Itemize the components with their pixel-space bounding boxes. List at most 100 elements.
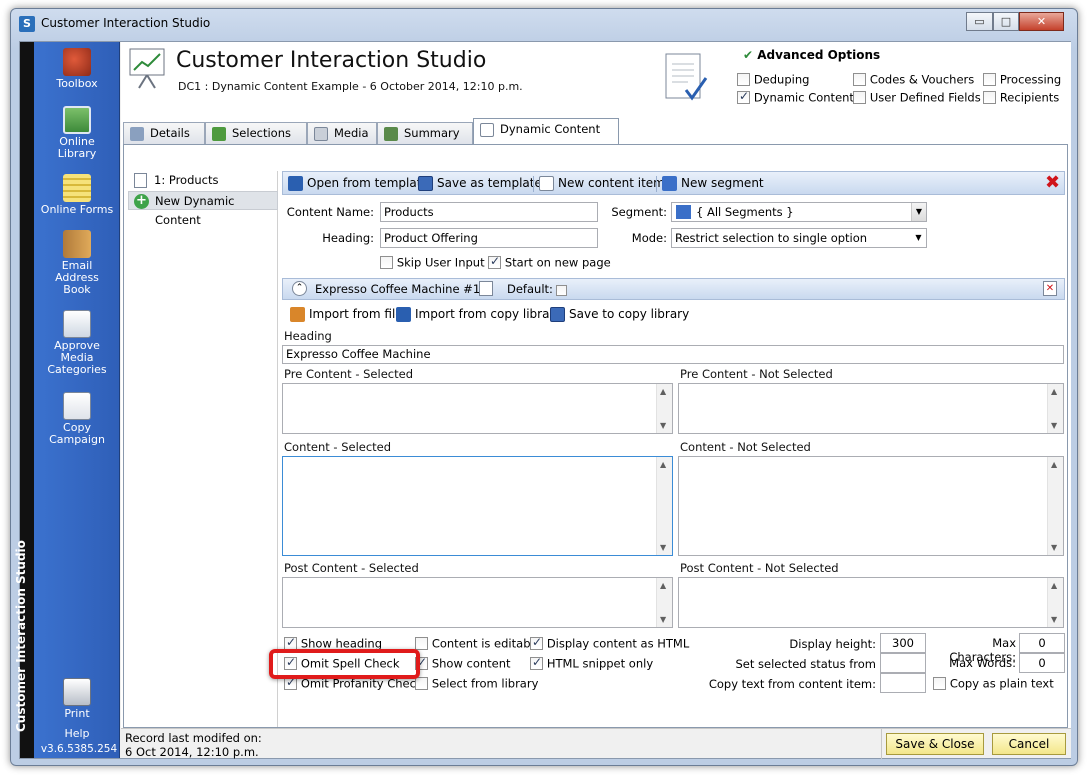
codes-vouchers-checkbox[interactable] xyxy=(853,73,866,86)
tree-item-products[interactable]: 1: Products xyxy=(128,171,278,190)
tree-item-new-dynamic-content[interactable]: + New Dynamic Content xyxy=(128,191,278,227)
tab-summary[interactable]: Summary xyxy=(377,122,473,144)
vertical-scrollbar[interactable]: ▲ ▼ xyxy=(1047,384,1063,433)
vertical-scrollbar[interactable]: ▲ ▼ xyxy=(1047,578,1063,627)
import-file-button[interactable]: Import from file xyxy=(290,306,403,322)
sidebar-item-approve-media[interactable]: Approve Media Categories xyxy=(40,310,114,376)
scroll-down-icon[interactable]: ▼ xyxy=(1051,421,1057,430)
display-height-input[interactable]: 300 xyxy=(880,633,926,653)
scroll-down-icon[interactable]: ▼ xyxy=(1051,543,1057,552)
scroll-down-icon[interactable]: ▼ xyxy=(660,615,666,624)
tab-selections[interactable]: Selections xyxy=(205,122,307,144)
pre-not-selected-textarea[interactable]: ▲ ▼ xyxy=(678,383,1064,434)
save-copy-library-button[interactable]: Save to copy library xyxy=(550,306,689,322)
segment-select[interactable]: { All Segments } ▼ xyxy=(671,202,927,222)
default-checkbox[interactable] xyxy=(556,285,567,296)
recipients-checkbox[interactable] xyxy=(983,91,996,104)
sidebar-item-online-forms[interactable]: Online Forms xyxy=(40,174,114,216)
tab-dynamic-content[interactable]: Dynamic Content xyxy=(473,118,619,144)
content-name-input[interactable]: Products xyxy=(380,202,598,222)
max-characters-input[interactable]: 0 xyxy=(1019,633,1065,653)
option-recipients[interactable]: Recipients xyxy=(983,90,1059,105)
collapse-icon[interactable]: ⌃ xyxy=(292,281,307,296)
scroll-down-icon[interactable]: ▼ xyxy=(660,543,666,552)
start-new-page-checkbox[interactable] xyxy=(488,254,501,269)
sidebar-item-address-book[interactable]: Email Address Book xyxy=(40,230,114,296)
tab-details[interactable]: Details xyxy=(123,122,205,144)
user-defined-fields-checkbox[interactable] xyxy=(853,91,866,104)
copy-text-input[interactable] xyxy=(880,673,926,693)
option-dynamic-content[interactable]: Dynamic Content xyxy=(737,89,854,105)
max-words-input[interactable]: 0 xyxy=(1019,653,1065,673)
scroll-down-icon[interactable]: ▼ xyxy=(660,421,666,430)
sidebar-item-label: Email Address Book xyxy=(55,259,99,296)
deduping-checkbox[interactable] xyxy=(737,73,750,86)
close-window-button[interactable]: ✕ xyxy=(1019,12,1064,31)
mode-select[interactable]: Restrict selection to single option ▼ xyxy=(671,228,927,248)
sidebar-item-print[interactable]: Print xyxy=(40,678,114,720)
select-from-library-checkbox[interactable] xyxy=(415,677,428,690)
open-template-button[interactable]: Open from template xyxy=(288,175,429,191)
sidebar-item-online-library[interactable]: Online Library xyxy=(40,106,114,160)
maximize-button[interactable]: □ xyxy=(993,12,1019,31)
chevron-down-icon[interactable]: ▼ xyxy=(911,203,926,221)
tab-media[interactable]: Media xyxy=(307,122,377,144)
chevron-down-icon[interactable]: ▼ xyxy=(911,229,926,247)
content-not-selected-textarea[interactable]: ▲ ▼ xyxy=(678,456,1064,556)
dynamic-content-checkbox[interactable] xyxy=(737,89,750,104)
scroll-up-icon[interactable]: ▲ xyxy=(660,460,666,469)
cancel-button[interactable]: Cancel xyxy=(992,733,1066,755)
option-deduping[interactable]: Deduping xyxy=(737,72,809,87)
scroll-down-icon[interactable]: ▼ xyxy=(1051,615,1057,624)
address-book-icon xyxy=(63,230,91,258)
scroll-up-icon[interactable]: ▲ xyxy=(660,387,666,396)
heading-input[interactable]: Product Offering xyxy=(380,228,598,248)
processing-checkbox[interactable] xyxy=(983,73,996,86)
copy-plain-text-checkbox[interactable] xyxy=(933,677,946,690)
save-close-button[interactable]: Save & Close xyxy=(886,733,984,755)
vertical-scrollbar[interactable]: ▲ ▼ xyxy=(656,578,672,627)
save-template-button[interactable]: Save as template xyxy=(418,175,542,191)
minimize-button[interactable]: ▭ xyxy=(966,12,993,31)
edit-document-icon[interactable] xyxy=(479,281,493,296)
new-segment-button[interactable]: New segment xyxy=(662,175,764,191)
skip-user-input-checkbox[interactable] xyxy=(380,256,393,269)
delete-item-icon[interactable]: ✕ xyxy=(1043,281,1057,296)
content-editable-option[interactable]: Content is editable xyxy=(415,636,541,651)
display-as-html-option[interactable]: Display content as HTML xyxy=(530,635,689,651)
media-icon xyxy=(314,127,328,141)
post-selected-textarea[interactable]: ▲ ▼ xyxy=(282,577,673,628)
import-copy-library-button[interactable]: Import from copy library xyxy=(396,306,561,322)
document-icon xyxy=(134,173,147,188)
vertical-scrollbar[interactable]: ▲ ▼ xyxy=(656,457,672,555)
option-processing[interactable]: Processing xyxy=(983,72,1061,87)
option-user-defined-fields[interactable]: User Defined Fields xyxy=(853,90,981,105)
skip-user-input-option[interactable]: Skip User Input xyxy=(380,255,485,270)
html-snippet-checkbox[interactable] xyxy=(530,655,543,670)
scroll-up-icon[interactable]: ▲ xyxy=(1051,387,1057,396)
vertical-scrollbar[interactable]: ▲ ▼ xyxy=(1047,457,1063,555)
copy-plain-text-option[interactable]: Copy as plain text xyxy=(933,676,1054,691)
option-codes-vouchers[interactable]: Codes & Vouchers xyxy=(853,72,974,87)
content-heading-input[interactable]: Expresso Coffee Machine xyxy=(282,345,1064,364)
vertical-scrollbar[interactable]: ▲ ▼ xyxy=(656,384,672,433)
start-new-page-option[interactable]: Start on new page xyxy=(488,254,611,270)
content-editable-checkbox[interactable] xyxy=(415,637,428,650)
sidebar-item-copy-campaign[interactable]: Copy Campaign xyxy=(40,392,114,446)
delete-content-icon[interactable]: ✖ xyxy=(1045,174,1060,192)
display-as-html-checkbox[interactable] xyxy=(530,635,543,650)
content-selected-textarea[interactable]: ▲ ▼ xyxy=(282,456,673,556)
post-not-selected-textarea[interactable]: ▲ ▼ xyxy=(678,577,1064,628)
pre-selected-textarea[interactable]: ▲ ▼ xyxy=(282,383,673,434)
scroll-up-icon[interactable]: ▲ xyxy=(1051,460,1057,469)
sidebar-item-toolbox[interactable]: Toolbox xyxy=(40,48,114,90)
sidebar-item-help[interactable]: Help xyxy=(40,728,114,740)
sidebar-item-label: Toolbox xyxy=(56,77,98,90)
new-content-item-button[interactable]: New content item xyxy=(539,175,665,191)
html-snippet-option[interactable]: HTML snippet only xyxy=(530,655,653,671)
scroll-up-icon[interactable]: ▲ xyxy=(660,581,666,590)
scroll-up-icon[interactable]: ▲ xyxy=(1051,581,1057,590)
show-content-option[interactable]: Show content xyxy=(415,655,511,671)
select-from-library-option[interactable]: Select from library xyxy=(415,676,538,691)
set-status-input[interactable] xyxy=(880,653,926,673)
